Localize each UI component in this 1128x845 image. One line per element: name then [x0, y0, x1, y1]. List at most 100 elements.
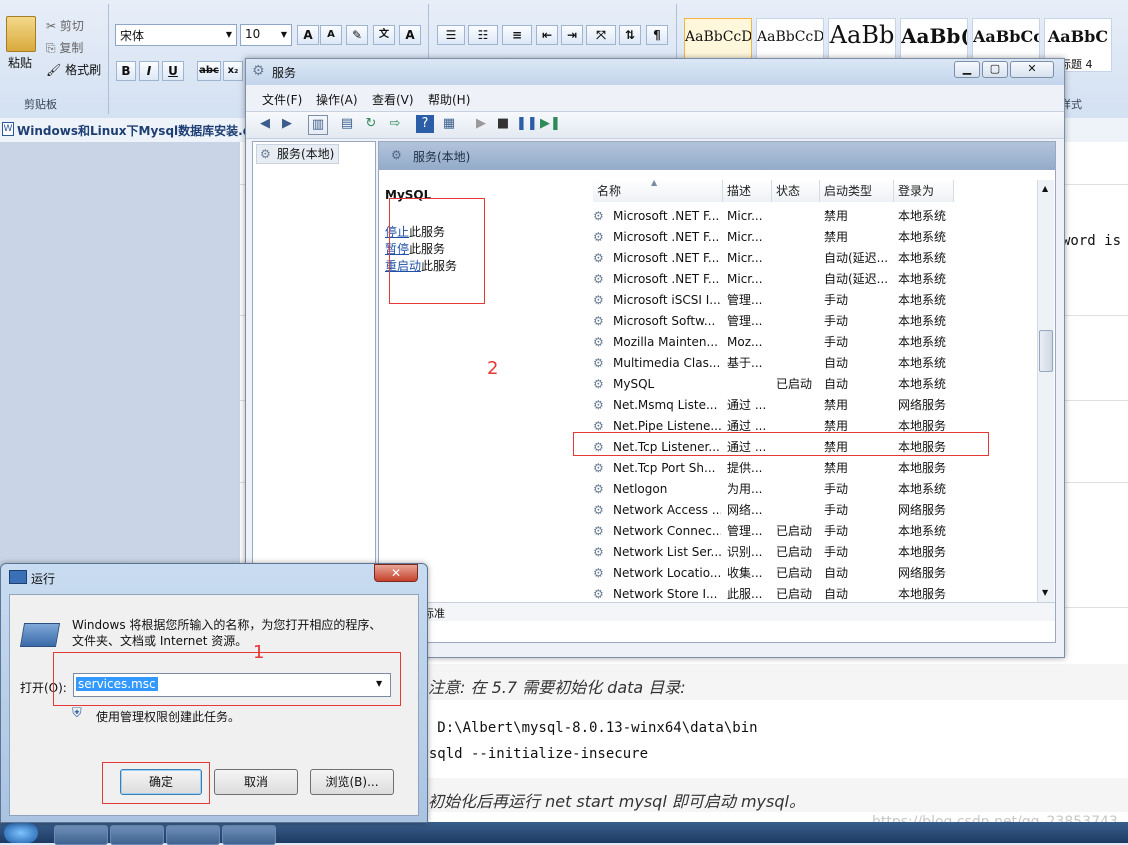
- italic-button[interactable]: I: [139, 61, 159, 81]
- run-dialog: 运行 ✕ Windows 将根据您所输入的名称，为您打开相应的程序、文件夹、文档…: [0, 563, 428, 823]
- chevron-down-icon: ▼: [280, 30, 287, 39]
- table-row[interactable]: ⚙ Microsoft iSCSI I... 管理... 手动 本地系统: [591, 290, 1043, 311]
- chinese-layout-icon[interactable]: ⤧: [586, 25, 616, 45]
- tree-item-services-local[interactable]: ⚙ 服务(本地): [256, 144, 340, 164]
- gear-icon: ⚙: [593, 251, 604, 265]
- service-startup-type: 手动: [824, 335, 849, 349]
- menu-help[interactable]: 帮助(H): [428, 91, 470, 108]
- numbering-icon[interactable]: ☷: [468, 25, 498, 45]
- copy-button[interactable]: ⎘ 复制: [46, 39, 83, 56]
- start-button[interactable]: [4, 823, 38, 843]
- restart-icon[interactable]: ▶❚: [540, 115, 561, 133]
- char-border-icon[interactable]: A: [399, 25, 421, 45]
- shrink-font-icon[interactable]: A: [320, 25, 342, 45]
- service-startup-type: 禁用: [824, 209, 849, 223]
- sort-arrow-icon: ▲: [651, 178, 658, 187]
- table-row[interactable]: ⚙ Network Connec... 管理... 已启动 手动 本地系统: [591, 521, 1043, 542]
- bullets-icon[interactable]: ☰: [437, 25, 465, 45]
- close-button[interactable]: ✕: [374, 564, 418, 582]
- stop-icon[interactable]: ■: [494, 115, 512, 133]
- run-description: Windows 将根据您所输入的名称，为您打开相应的程序、文件夹、文档或 Int…: [72, 618, 382, 648]
- column-header-status[interactable]: 状态: [772, 180, 820, 202]
- services-titlebar[interactable]: ⚙ 服务 ▁ ▢ ✕: [246, 59, 1064, 85]
- column-header-name[interactable]: 名称 ▲: [593, 178, 723, 202]
- table-row[interactable]: ⚙ Microsoft .NET F... Micr... 自动(延迟... 本地系统: [591, 269, 1043, 290]
- back-icon[interactable]: ◀: [256, 115, 274, 133]
- bold-button[interactable]: B: [116, 61, 136, 81]
- service-name: Microsoft .NET F...: [613, 209, 720, 223]
- paste-button[interactable]: 粘贴: [8, 54, 32, 71]
- refresh-icon[interactable]: ↻: [362, 115, 380, 133]
- console-tree-icon[interactable]: ▥: [308, 115, 328, 135]
- taskbar-word[interactable]: [110, 825, 164, 845]
- table-row[interactable]: ⚙ Net.Msmq Liste... 通过 ... 禁用 网络服务: [591, 395, 1043, 416]
- table-row[interactable]: ⚙ Network Access ... 网络... 手动 网络服务: [591, 500, 1043, 521]
- column-header-startup-type[interactable]: 启动类型: [820, 180, 894, 202]
- taskbar-ie[interactable]: [54, 825, 108, 845]
- table-row[interactable]: ⚙ Netlogon 为用... 手动 本地系统: [591, 479, 1043, 500]
- cancel-button[interactable]: 取消: [214, 769, 298, 795]
- increase-indent-icon[interactable]: ⇥: [561, 25, 583, 45]
- table-row[interactable]: ⚙ Microsoft Softw... 管理... 手动 本地系统: [591, 311, 1043, 332]
- taskbar-explorer[interactable]: [166, 825, 220, 845]
- table-row[interactable]: ⚙ Microsoft .NET F... Micr... 禁用 本地系统: [591, 206, 1043, 227]
- table-row[interactable]: ⚙ Microsoft .NET F... Micr... 禁用 本地系统: [591, 227, 1043, 248]
- table-row[interactable]: ⚙ Mozilla Mainten... Moz... 手动 本地系统: [591, 332, 1043, 353]
- menu-view[interactable]: 查看(V): [372, 91, 414, 108]
- forward-icon[interactable]: ▶: [278, 115, 296, 133]
- sort-icon[interactable]: ⇅: [619, 25, 641, 45]
- minimize-button[interactable]: ▁: [954, 61, 980, 78]
- cut-button[interactable]: ✂ 剪切: [46, 17, 84, 34]
- strikethrough-button[interactable]: abc: [197, 61, 221, 81]
- run-dialog-title: 运行: [31, 572, 56, 586]
- clear-format-icon[interactable]: ✎: [346, 25, 368, 45]
- service-name: Network Connec...: [613, 524, 721, 538]
- pause-icon[interactable]: ❚❚: [516, 115, 538, 133]
- font-size-combo[interactable]: 10 ▼: [240, 24, 292, 46]
- service-name: Multimedia Clas...: [613, 356, 721, 370]
- menu-action[interactable]: 操作(A): [316, 91, 358, 108]
- menu-file[interactable]: 文件(F): [262, 91, 302, 108]
- format-painter-button[interactable]: 🖌 格式刷: [46, 61, 101, 78]
- view-icon[interactable]: ▦: [440, 115, 458, 133]
- decrease-indent-icon[interactable]: ⇤: [536, 25, 558, 45]
- service-status: 已启动: [776, 566, 813, 580]
- scrollbar-thumb[interactable]: [1039, 330, 1053, 372]
- font-name-combo[interactable]: 宋体 ▼: [115, 24, 237, 46]
- service-description: 管理...: [727, 524, 763, 538]
- annotation-number-1: 1: [253, 642, 265, 663]
- underline-button[interactable]: U: [162, 61, 184, 81]
- column-header-logon-as[interactable]: 登录为: [894, 180, 954, 202]
- browse-button[interactable]: 浏览(B)...: [310, 769, 394, 795]
- phonetic-guide-icon[interactable]: 文: [373, 25, 395, 45]
- annotation-box-input: [53, 652, 401, 706]
- services-header-band: ⚙ 服务(本地): [379, 142, 1055, 170]
- help-icon[interactable]: ?: [416, 115, 434, 133]
- export-icon[interactable]: ⇨: [386, 115, 404, 133]
- multilevel-list-icon[interactable]: ≡: [502, 25, 532, 45]
- table-row[interactable]: ⚙ Network List Ser... 识别... 已启动 手动 本地服务: [591, 542, 1043, 563]
- service-startup-type: 自动: [824, 566, 849, 580]
- maximize-button[interactable]: ▢: [982, 61, 1008, 78]
- service-logon-as: 本地系统: [898, 209, 947, 223]
- table-row[interactable]: ⚙ MySQL 已启动 自动 本地系统: [591, 374, 1043, 395]
- vertical-scrollbar[interactable]: ▲ ▼: [1037, 180, 1054, 602]
- subscript-button[interactable]: x₂: [223, 61, 243, 81]
- service-description: Micr...: [727, 251, 763, 265]
- scroll-up-icon[interactable]: ▲: [1042, 184, 1048, 193]
- table-row[interactable]: ⚙ Microsoft .NET F... Micr... 自动(延迟... 本地系统: [591, 248, 1043, 269]
- scroll-down-icon[interactable]: ▼: [1042, 588, 1048, 597]
- grow-font-icon[interactable]: A: [297, 25, 319, 45]
- table-row[interactable]: ⚙ Multimedia Clas... 基于... 自动 本地系统: [591, 353, 1043, 374]
- service-startup-type: 自动: [824, 377, 849, 391]
- properties-icon[interactable]: ▤: [338, 115, 356, 133]
- column-header-description[interactable]: 描述: [723, 180, 772, 202]
- table-row[interactable]: ⚙ Net.Tcp Port Sh... 提供... 禁用 本地服务: [591, 458, 1043, 479]
- play-icon[interactable]: ▶: [472, 115, 490, 133]
- taskbar-cmd[interactable]: [222, 825, 276, 845]
- gear-icon: ⚙: [593, 566, 604, 580]
- close-button[interactable]: ✕: [1010, 61, 1054, 78]
- table-row[interactable]: ⚙ Network Locatio... 收集... 已启动 自动 网络服务: [591, 563, 1043, 584]
- paste-icon[interactable]: [6, 16, 36, 52]
- show-marks-icon[interactable]: ¶: [646, 25, 668, 45]
